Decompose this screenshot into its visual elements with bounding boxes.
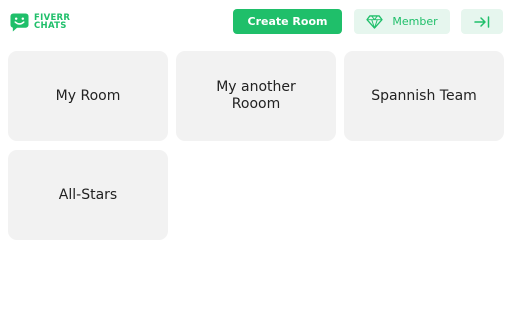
brand-logo[interactable]: FIVERR CHATS: [10, 11, 70, 33]
exit-button[interactable]: [461, 9, 503, 34]
arrow-to-line-icon: [474, 15, 490, 28]
brand-name: FIVERR CHATS: [34, 13, 70, 31]
room-card[interactable]: My Room: [8, 51, 168, 141]
app-page: FIVERR CHATS Create Room Member My Room …: [0, 0, 512, 320]
member-label: Member: [392, 15, 438, 28]
room-name: My another Rooom: [216, 79, 296, 112]
diamond-icon: [366, 14, 383, 29]
create-room-label: Create Room: [247, 15, 328, 28]
room-name: All-Stars: [58, 186, 118, 203]
top-bar: FIVERR CHATS Create Room Member: [0, 0, 512, 44]
chat-smile-icon: [10, 12, 29, 32]
brand-line-2: CHATS: [34, 21, 67, 31]
member-button[interactable]: Member: [354, 9, 450, 34]
create-room-button[interactable]: Create Room: [233, 9, 342, 34]
room-name: My Room: [55, 87, 121, 104]
room-card[interactable]: All-Stars: [8, 150, 168, 240]
room-card[interactable]: Spannish Team: [344, 51, 504, 141]
room-card[interactable]: My another Rooom: [176, 51, 336, 141]
room-name: Spannish Team: [371, 87, 477, 104]
